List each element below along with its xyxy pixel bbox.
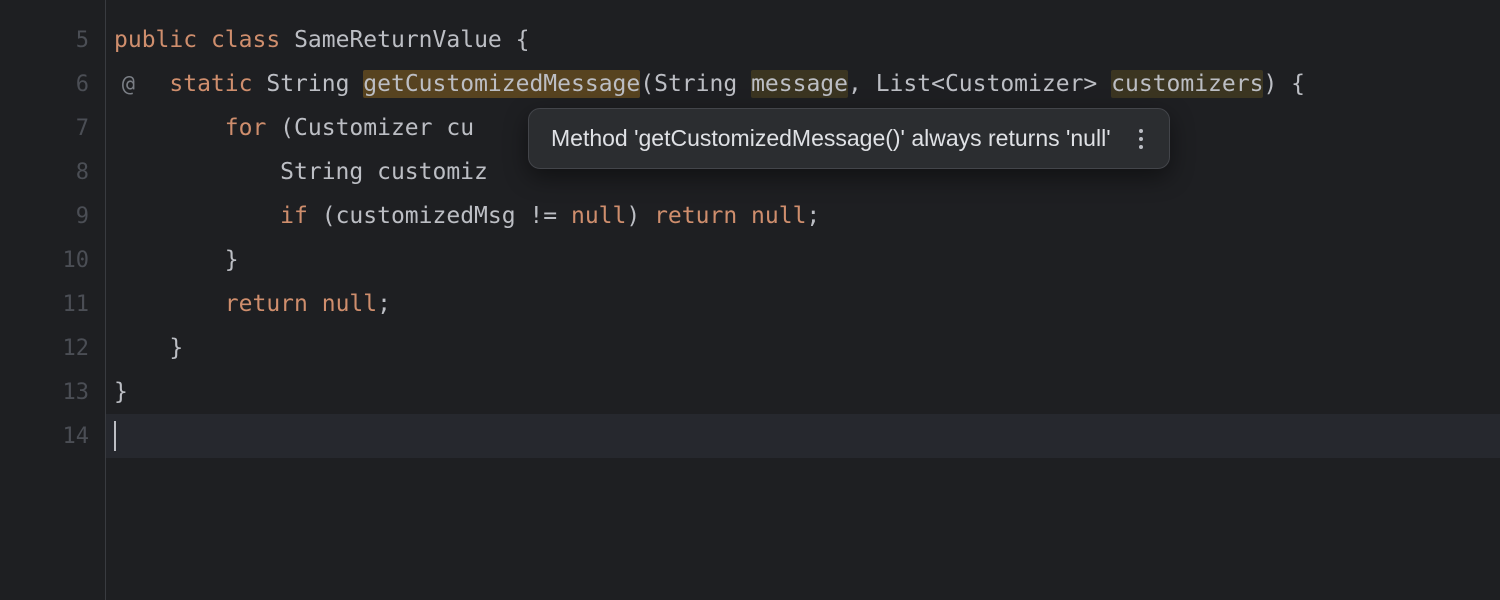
brace: } [225, 247, 239, 273]
line-number: 12 [0, 326, 105, 370]
line-number: 6 @ [0, 62, 105, 106]
paren-brace: ) { [1263, 71, 1305, 97]
keyword: return [654, 203, 737, 229]
null-literal: null [322, 291, 377, 317]
code-line[interactable]: } [106, 326, 1500, 370]
null-literal: null [571, 203, 626, 229]
code-line[interactable]: return null; [106, 282, 1500, 326]
text: (customizedMsg != [308, 203, 571, 229]
code-text-area[interactable]: public class SameReturnValue { static St… [106, 0, 1500, 600]
semicolon: ; [806, 203, 820, 229]
text: (Customizer cu [266, 115, 474, 141]
code-line[interactable]: static String getCustomizedMessage(Strin… [106, 62, 1500, 106]
line-number: 9 [0, 194, 105, 238]
type: String [654, 71, 737, 97]
inspection-tooltip[interactable]: Method 'getCustomizedMessage()' always r… [528, 108, 1170, 169]
semicolon: ; [377, 291, 391, 317]
code-line[interactable]: if (customizedMsg != null) return null; [106, 194, 1500, 238]
code-editor[interactable]: 5 6 @ 7 8 9 10 11 12 13 14 public class … [0, 0, 1500, 600]
keyword: static [169, 71, 252, 97]
class-name: SameReturnValue [294, 27, 502, 53]
line-number: 14 [0, 414, 105, 458]
paren: ( [640, 71, 654, 97]
keyword: return [225, 291, 308, 317]
line-number: 8 [0, 150, 105, 194]
inspection-tooltip-text: Method 'getCustomizedMessage()' always r… [551, 125, 1111, 152]
code-line-current[interactable] [106, 414, 1500, 458]
parameter-highlighted: message [751, 70, 848, 98]
brace: } [169, 335, 183, 361]
code-line[interactable]: public class SameReturnValue { [106, 18, 1500, 62]
paren: ) [626, 203, 654, 229]
code-line[interactable]: } [106, 370, 1500, 414]
keyword: if [280, 203, 308, 229]
keyword: for [225, 115, 267, 141]
line-number: 13 [0, 370, 105, 414]
brace: } [114, 379, 128, 405]
type: String [266, 71, 349, 97]
parameter-highlighted: customizers [1111, 70, 1263, 98]
text-caret [114, 421, 116, 451]
method-name-highlighted: getCustomizedMessage [363, 70, 640, 98]
line-number: 7 [0, 106, 105, 150]
line-number: 10 [0, 238, 105, 282]
line-number: 11 [0, 282, 105, 326]
more-actions-icon[interactable] [1135, 127, 1147, 151]
null-literal: null [751, 203, 806, 229]
text: String customiz [280, 159, 488, 185]
keyword: class [211, 27, 280, 53]
line-number-gutter: 5 6 @ 7 8 9 10 11 12 13 14 [0, 0, 106, 600]
brace: { [502, 27, 530, 53]
type: List<Customizer> [876, 71, 1098, 97]
code-line[interactable]: } [106, 238, 1500, 282]
line-number: 5 [0, 18, 105, 62]
keyword: public [114, 27, 197, 53]
comma: , [848, 71, 876, 97]
